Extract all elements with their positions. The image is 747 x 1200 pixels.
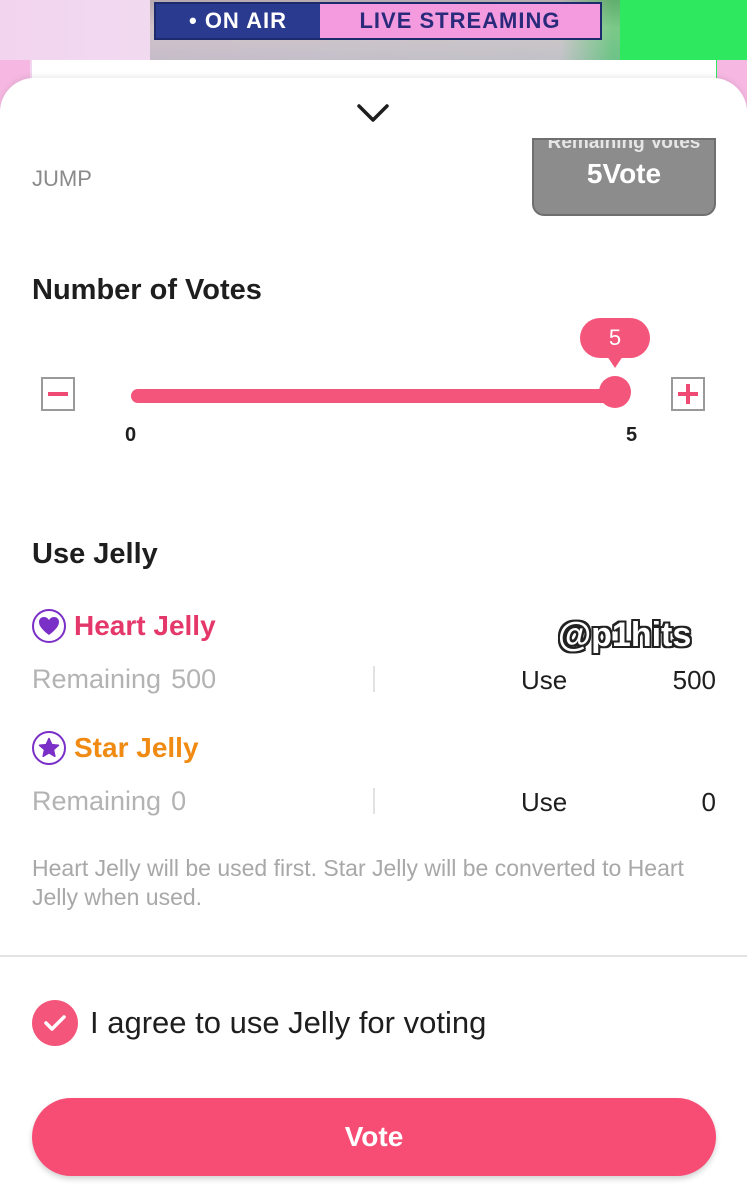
star-use-value: 0 bbox=[701, 787, 716, 817]
heart-jelly-remaining: Remaining 500 bbox=[32, 664, 216, 695]
heart-use-label: Use bbox=[521, 665, 568, 695]
heart-jelly-name: Heart Jelly bbox=[74, 610, 216, 641]
star-jelly-header: Star Jelly bbox=[32, 731, 199, 765]
chevron-down-icon[interactable] bbox=[353, 98, 393, 128]
star-jelly-remaining: Remaining 0 bbox=[32, 786, 186, 817]
star-remaining-value: 0 bbox=[171, 786, 187, 816]
heart-remaining-label: Remaining bbox=[32, 664, 162, 694]
watermark-text: @p1hits bbox=[558, 616, 692, 654]
votes-slider-fill bbox=[131, 389, 617, 403]
minus-icon bbox=[48, 392, 68, 396]
divider bbox=[373, 666, 375, 692]
star-use-label: Use bbox=[521, 787, 568, 817]
idol-name: JUMP bbox=[32, 166, 92, 191]
votes-slider-value-bubble: 5 bbox=[580, 318, 650, 368]
on-air-label: • ON AIR bbox=[156, 4, 320, 38]
decrement-votes-button[interactable] bbox=[41, 377, 75, 411]
star-jelly-name: Star Jelly bbox=[74, 732, 199, 763]
heart-jelly-header: Heart Jelly bbox=[32, 609, 216, 643]
heart-remaining-value: 500 bbox=[171, 664, 217, 694]
jelly-usage-note: Heart Jelly will be used first. Star Jel… bbox=[32, 855, 684, 910]
stream-status-strip: • ON AIR LIVE STREAMING bbox=[154, 2, 602, 40]
agree-text: I agree to use Jelly for voting bbox=[90, 1005, 487, 1040]
check-icon[interactable] bbox=[32, 1000, 78, 1046]
remaining-votes-label: Remaining Votes bbox=[547, 138, 701, 153]
star-icon bbox=[32, 731, 66, 765]
live-streaming-label: LIVE STREAMING bbox=[320, 4, 600, 38]
vote-button[interactable]: Vote bbox=[32, 1098, 716, 1176]
increment-votes-button[interactable] bbox=[671, 377, 705, 411]
section-divider bbox=[0, 955, 747, 957]
number-of-votes-title: Number of Votes bbox=[32, 274, 262, 306]
votes-slider-thumb[interactable] bbox=[599, 376, 631, 408]
votes-slider-track[interactable] bbox=[131, 389, 617, 403]
vote-bottom-sheet: JUMP Remaining Votes 5Vote Number of Vot… bbox=[0, 78, 747, 1200]
star-remaining-label: Remaining bbox=[32, 786, 162, 816]
heart-icon bbox=[32, 609, 66, 643]
slider-min-label: 0 bbox=[125, 424, 137, 446]
use-jelly-title: Use Jelly bbox=[32, 538, 158, 570]
agree-checkbox-row[interactable]: I agree to use Jelly for voting bbox=[32, 1000, 486, 1046]
heart-use-value: 500 bbox=[672, 665, 716, 695]
remaining-votes-badge: Remaining Votes 5Vote bbox=[532, 138, 716, 216]
divider bbox=[373, 788, 375, 814]
slider-max-label: 5 bbox=[626, 424, 638, 446]
remaining-votes-value: 5Vote bbox=[586, 158, 662, 189]
